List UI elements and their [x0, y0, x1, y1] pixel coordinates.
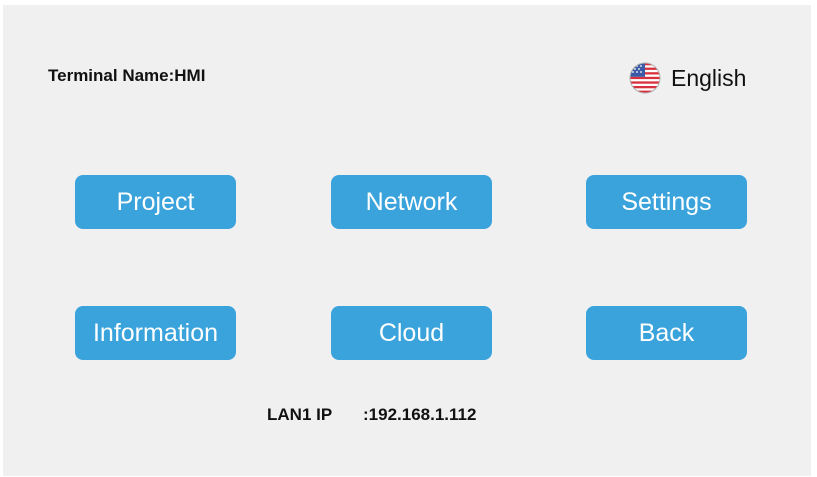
project-button[interactable]: Project: [75, 175, 236, 229]
terminal-name: Terminal Name:HMI: [48, 66, 205, 86]
settings-button[interactable]: Settings: [586, 175, 747, 229]
lan-ip-value: :192.168.1.112: [363, 405, 477, 424]
network-button[interactable]: Network: [331, 175, 492, 229]
terminal-name-value: HMI: [174, 66, 206, 85]
language-label: English: [671, 64, 747, 91]
lan-ip-label: LAN1 IP: [267, 405, 333, 424]
language-selector[interactable]: English: [628, 61, 746, 95]
terminal-name-label: Terminal Name:: [48, 66, 175, 85]
hmi-screen: Terminal Name:HMI English Project Networ…: [3, 5, 811, 476]
cloud-button[interactable]: Cloud: [331, 306, 492, 360]
us-flag-icon: [628, 61, 662, 95]
back-button[interactable]: Back: [586, 306, 747, 360]
information-button[interactable]: Information: [75, 306, 236, 360]
